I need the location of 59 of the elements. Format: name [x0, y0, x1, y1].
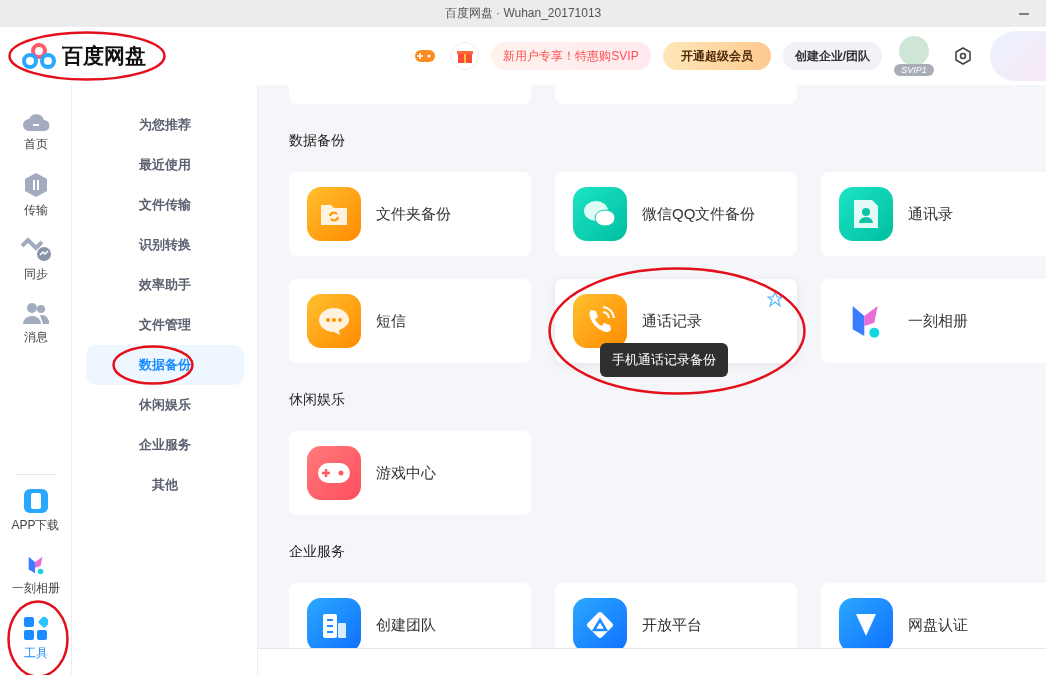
gift-icon[interactable] — [451, 42, 480, 70]
cloud-logo-icon — [22, 42, 56, 70]
tool-card[interactable]: 一刻相册 — [821, 279, 1046, 363]
vip-button[interactable]: 开通超级会员 — [662, 42, 771, 70]
window-title: 百度网盘 · Wuhan_20171013 — [444, 5, 602, 22]
nav-item[interactable]: 最近使用 — [85, 145, 244, 185]
tool-card[interactable]: 微信QQ文件备份 — [555, 172, 797, 256]
vip-badge: SVIP1 — [894, 64, 934, 76]
gamepad-icon — [316, 460, 352, 486]
phone-app-icon — [23, 488, 48, 513]
sidebar-item[interactable]: 首页 — [3, 103, 68, 159]
star-icon[interactable] — [767, 291, 783, 307]
card-label: 创建团队 — [376, 615, 436, 635]
nav-item[interactable]: 文件传输 — [85, 185, 244, 225]
card-label: 通话记录 — [642, 311, 702, 331]
people-icon — [21, 300, 50, 325]
section-title: 休闲娱乐 — [289, 391, 346, 409]
tool-card[interactable]: 短信 — [289, 279, 531, 363]
tool-card[interactable]: 文件夹备份 — [289, 172, 531, 256]
transfer-arrows-icon — [23, 171, 48, 198]
card-label: 游戏中心 — [376, 463, 436, 483]
sidebar-item[interactable]: 传输 — [3, 167, 68, 223]
card-label: 一刻相册 — [908, 311, 968, 331]
tool-card[interactable]: 通讯录 — [821, 172, 1046, 256]
nav-item[interactable]: 企业服务 — [85, 425, 244, 465]
tool-card[interactable]: 游戏中心 — [289, 431, 531, 515]
tool-card[interactable]: 开放平台 — [555, 583, 797, 648]
create-team-button[interactable]: 创建企业/团队 — [782, 42, 882, 70]
app-name: 百度网盘 — [62, 43, 146, 69]
tools-grid-icon — [23, 616, 48, 641]
sidebar-item[interactable]: 一刻相册 — [3, 547, 68, 603]
card-label: 开放平台 — [642, 615, 702, 635]
minimize-icon — [1019, 13, 1029, 15]
avatar[interactable] — [899, 36, 929, 66]
settings-icon[interactable] — [954, 47, 972, 65]
nav-item[interactable]: 为您推荐 — [85, 105, 244, 145]
sidebar-item[interactable]: 消息 — [3, 295, 68, 351]
card-label: 文件夹备份 — [376, 204, 451, 224]
card-label: 网盘认证 — [908, 615, 968, 635]
message-bubble-icon — [317, 306, 351, 336]
sync-icon — [19, 235, 52, 262]
section-title: 企业服务 — [289, 543, 346, 561]
tool-card[interactable]: 创建团队 — [289, 583, 531, 648]
sidebar-item[interactable]: 工具 — [3, 611, 68, 667]
tooltip: 手机通话记录备份 — [600, 343, 728, 377]
contact-card-icon — [852, 198, 880, 230]
section-title: 数据备份 — [289, 132, 346, 150]
nav-item[interactable]: 效率助手 — [85, 265, 244, 305]
nav-item[interactable]: 识别转换 — [85, 225, 244, 265]
sidebar-item[interactable]: 同步 — [3, 231, 68, 287]
tool-card[interactable]: 网盘认证 — [821, 583, 1046, 648]
nav-item[interactable]: 其他 — [85, 465, 244, 505]
nav-item[interactable]: 文件管理 — [85, 305, 244, 345]
nav-item[interactable]: 休闲娱乐 — [85, 385, 244, 425]
card-label: 通讯录 — [908, 204, 953, 224]
chat-bubbles-icon — [583, 199, 617, 229]
sidebar-item[interactable]: APP下载 — [3, 483, 68, 539]
card-label: 微信QQ文件备份 — [642, 204, 756, 224]
card-label: 短信 — [376, 311, 406, 331]
